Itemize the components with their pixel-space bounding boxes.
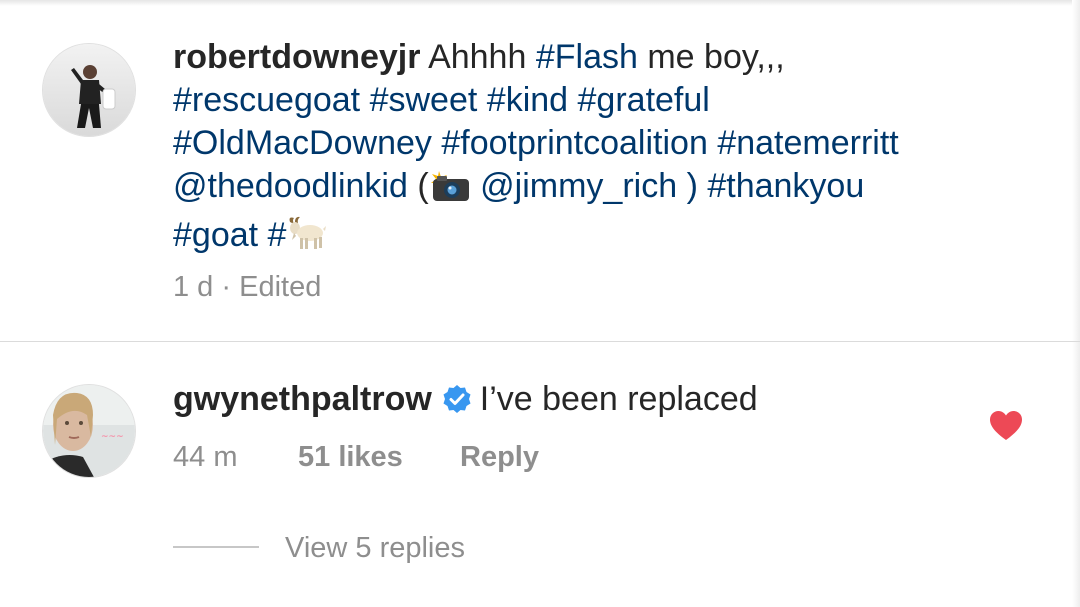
scroll-edge xyxy=(1072,0,1080,607)
post-caption: robertdowneyjr Ahhhh #Flash me boy,,, #r… xyxy=(173,36,1053,263)
post-author-avatar[interactable] xyxy=(42,43,136,137)
mention-thedoodlinkid[interactable]: @thedoodlinkid xyxy=(173,167,408,205)
comment-text: I’ve been replaced xyxy=(479,380,758,418)
hashtag-goat[interactable]: #goat xyxy=(173,216,258,254)
paren: ) xyxy=(686,167,698,205)
verified-badge-icon xyxy=(442,384,472,423)
comment-likes-count[interactable]: 51 likes xyxy=(298,441,460,474)
hashtag-flash[interactable]: #Flash xyxy=(536,38,638,76)
meta-separator: · xyxy=(221,271,232,303)
hashtag[interactable]: #kind xyxy=(487,81,568,119)
post-meta: 1 d · Edited xyxy=(173,271,321,304)
caption-line-1: robertdowneyjr Ahhhh #Flash me boy,,, xyxy=(173,36,1053,79)
comment-username[interactable]: gwynethpaltrow xyxy=(173,380,432,418)
paren: ( xyxy=(417,167,429,205)
hashtag[interactable]: #OldMacDowney xyxy=(173,124,432,162)
goat-emoji-icon xyxy=(286,216,327,263)
svg-text:~~~: ~~~ xyxy=(101,432,124,442)
hashtag-symbol[interactable]: # xyxy=(268,216,287,254)
post-username[interactable]: robertdowneyjr xyxy=(173,38,420,76)
replies-rule xyxy=(173,546,259,548)
section-divider xyxy=(0,341,1080,342)
hashtag-thankyou[interactable]: #thankyou xyxy=(707,167,864,205)
hashtag[interactable]: #sweet xyxy=(370,81,478,119)
hashtag[interactable]: #natemerritt xyxy=(717,124,898,162)
top-shadow xyxy=(0,0,1080,6)
post-timestamp: 1 d xyxy=(173,271,214,303)
view-replies-button[interactable]: View 5 replies xyxy=(173,532,465,565)
caption-line-5: #goat # xyxy=(173,214,1053,263)
reply-button[interactable]: Reply xyxy=(460,441,539,473)
view-replies-label[interactable]: View 5 replies xyxy=(285,532,465,564)
caption-line-4: @thedoodlinkid ( @jimmy_rich ) #thankyou xyxy=(173,165,1053,214)
commenter-avatar[interactable]: ~~~ xyxy=(42,384,136,478)
caption-text: Ahhhh xyxy=(428,38,527,76)
hashtag[interactable]: #grateful xyxy=(578,81,710,119)
caption-line-3: #OldMacDowney #footprintcoalition #natem… xyxy=(173,122,1053,165)
heart-icon[interactable] xyxy=(989,410,1023,442)
comment-body: gwynethpaltrow I’ve been replaced xyxy=(173,380,758,423)
hashtag[interactable]: #rescuegoat xyxy=(173,81,360,119)
caption-line-2: #rescuegoat #sweet #kind #grateful xyxy=(173,79,1053,122)
hashtag[interactable]: #footprintcoalition xyxy=(441,124,708,162)
edited-label: Edited xyxy=(239,271,322,303)
comment-timestamp: 44 m xyxy=(173,441,238,473)
caption-text: me boy,,, xyxy=(647,38,785,76)
camera-flash-emoji-icon xyxy=(429,169,471,214)
mention-jimmy-rich[interactable]: @jimmy_rich xyxy=(480,167,677,205)
comment-meta: 44 m 51 likes Reply xyxy=(173,441,539,474)
